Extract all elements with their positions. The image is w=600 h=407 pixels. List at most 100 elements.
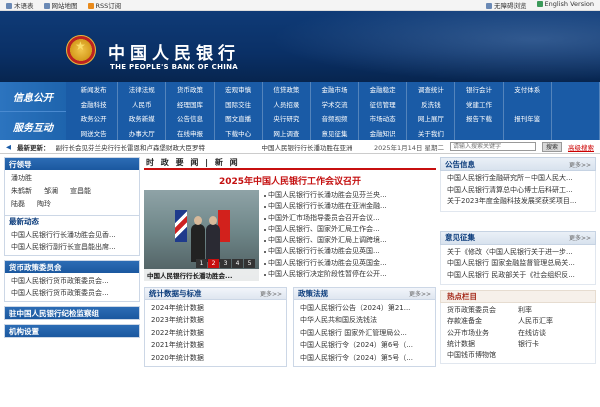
list-item[interactable]: 中国人民银行令（2024）第5号（... — [300, 352, 429, 364]
rss-link[interactable]: RSS订阅 — [87, 0, 121, 10]
hot-item[interactable]: 公开市场业务 — [447, 328, 518, 339]
list-item[interactable]: 中国人民银行行长潘功胜会见英国... — [264, 246, 436, 257]
nav-item[interactable]: 办事大厅 — [118, 125, 167, 140]
list-item[interactable]: 中国人民银行决定阶段性暂停在公开... — [264, 269, 436, 280]
nav-item[interactable]: 信贷政策 — [263, 82, 311, 97]
nav-item[interactable]: 人员招录 — [263, 96, 311, 111]
nav-item[interactable]: 金融市场 — [311, 82, 360, 97]
leader-link[interactable]: 陆磊 — [11, 198, 25, 211]
hot-item[interactable]: 人民币汇率 — [518, 316, 589, 327]
nav-item[interactable]: 网上调查 — [263, 125, 311, 140]
hot-item[interactable]: 统计数据 — [447, 339, 518, 350]
hot-item[interactable]: 在线访谈 — [518, 328, 589, 339]
list-item[interactable]: 2020年统计数据 — [151, 352, 280, 364]
list-item[interactable]: 关于2023年度金融科技发展奖获奖项目... — [447, 196, 589, 208]
photo-caption[interactable]: 中国人民银行行长潘功胜会... — [144, 269, 259, 281]
notices-more-link[interactable]: 更多>> — [569, 160, 591, 169]
accessibility-link[interactable]: 无障碍浏览 — [486, 0, 527, 10]
hot-item[interactable]: 存款准备金 — [447, 316, 518, 327]
nav-item[interactable]: 征信管理 — [359, 96, 408, 111]
english-link[interactable]: English Version — [536, 0, 594, 10]
list-item[interactable]: 中华人民共和国反洗钱法 — [300, 314, 429, 326]
list-item[interactable]: 中国人民银行行长潘功胜会见香... — [11, 229, 133, 241]
slide-dot[interactable]: 5 — [244, 259, 255, 268]
stats-more-link[interactable]: 更多>> — [260, 289, 282, 298]
nav-item[interactable]: 银行会计 — [455, 82, 504, 97]
nav-item[interactable]: 报刊年鉴 — [504, 111, 552, 126]
list-item[interactable]: 中国人民银行货币政策委员会... — [11, 287, 133, 299]
list-item[interactable]: 中国人民银行行长潘功胜会见芬兰央... — [264, 190, 436, 201]
list-item[interactable]: 中国人民银行清算总中心博士后科研工... — [447, 185, 589, 197]
list-item[interactable]: 2021年统计数据 — [151, 339, 280, 351]
list-item[interactable]: 中国人民银行 民政部关于《社会组织反... — [447, 270, 589, 282]
discipline-title[interactable]: 驻中国人民银行纪检监察组 — [5, 307, 139, 319]
nav-item[interactable]: 报告下载 — [455, 111, 504, 126]
slide-dot[interactable]: 2 — [208, 259, 219, 268]
slide-dot[interactable]: 3 — [220, 259, 231, 268]
hot-item[interactable] — [518, 350, 589, 361]
list-item[interactable]: 中国外汇市场指导委员会召开会议... — [264, 213, 436, 224]
nav-item[interactable]: 金融知识 — [359, 125, 408, 140]
list-item[interactable]: 中国人民银行 国家金融监督管理总局关... — [447, 258, 589, 270]
leader-link[interactable]: 潘功胜 — [11, 172, 32, 185]
nav-item[interactable]: 央行研究 — [263, 111, 311, 126]
laws-title[interactable]: 政策法规 — [298, 288, 328, 299]
nav-item[interactable]: 党建工作 — [455, 96, 504, 111]
feature-headline[interactable]: 2025年中国人民银行工作会议召开 — [144, 174, 436, 187]
list-item[interactable]: 2024年统计数据 — [151, 302, 280, 314]
nav-item[interactable]: 音频视频 — [311, 111, 360, 126]
slide-dot[interactable]: 4 — [232, 259, 243, 268]
sitemap-link[interactable]: 网站地图 — [43, 0, 78, 10]
list-item[interactable]: 中国人民银行行长潘功胜会见英国金... — [264, 258, 436, 269]
list-item[interactable]: 中国人民银行行长潘功胜在亚洲金融... — [264, 201, 436, 212]
nav-item[interactable]: 市场动态 — [359, 111, 408, 126]
leader-link[interactable]: 朱鹤新 — [11, 185, 32, 198]
list-item[interactable]: 中国人民银行令（2024）第6号（... — [300, 339, 429, 351]
nav-item[interactable]: 网上展厅 — [407, 111, 456, 126]
opinions-more-link[interactable]: 更多>> — [569, 233, 591, 242]
nav-item[interactable]: 宏观审慎 — [215, 82, 263, 97]
notices-title[interactable]: 公告信息 — [445, 159, 475, 170]
list-item[interactable]: 中国人民银行、国家外汇局上调跨境... — [264, 235, 436, 246]
search-button[interactable]: 搜索 — [542, 141, 562, 152]
nav-item[interactable]: 在线申报 — [166, 125, 215, 140]
nav-item[interactable]: 意见征集 — [311, 125, 360, 140]
list-item[interactable]: 中国人民银行、国家外汇局工作会... — [264, 224, 436, 235]
advanced-search-link[interactable]: 高级搜索 — [568, 142, 594, 152]
hot-item[interactable]: 货币政策委员会 — [447, 305, 518, 316]
leader-link[interactable]: 邹澜 — [44, 185, 58, 198]
nav-item[interactable]: 反洗钱 — [407, 96, 456, 111]
list-item[interactable]: 中国人民银行货币政策委员会... — [11, 275, 133, 287]
list-item[interactable]: 2023年统计数据 — [151, 314, 280, 326]
nav-item[interactable]: 政务公开 — [70, 111, 119, 126]
glossary-link[interactable]: 木语表 — [6, 0, 34, 10]
committee-title[interactable]: 货币政策委员会 — [5, 261, 139, 273]
list-item[interactable]: 中国人民银行 国家外汇管理局公... — [300, 327, 429, 339]
nav-item[interactable]: 金融稳定 — [359, 82, 408, 97]
list-item[interactable]: 中国人民银行金融研究所－中国人民大... — [447, 173, 589, 185]
opinions-title[interactable]: 意见征集 — [445, 232, 475, 243]
nav-item[interactable]: 公告信息 — [166, 111, 215, 126]
nav-item[interactable]: 图文直播 — [215, 111, 263, 126]
list-item[interactable]: 中国人民银行公告（2024）第21... — [300, 302, 429, 314]
nav-item[interactable]: 法律法规 — [118, 82, 167, 97]
laws-more-link[interactable]: 更多>> — [409, 289, 431, 298]
leader-link[interactable]: 宣昌能 — [70, 185, 91, 198]
slide-dot[interactable]: 1 — [196, 259, 207, 268]
nav-item[interactable]: 政务新媒 — [118, 111, 167, 126]
nav-item[interactable]: 货币政策 — [166, 82, 215, 97]
feature-photo[interactable]: 1 2 3 4 5 中国人民银行行长潘功胜会... — [144, 190, 259, 281]
hot-item[interactable]: 中国钱币博物馆 — [447, 350, 518, 361]
nav-item[interactable]: 国际交往 — [215, 96, 263, 111]
hot-item[interactable]: 银行卡 — [518, 339, 589, 350]
list-item[interactable]: 中国人民银行副行长宣昌能出席... — [11, 241, 133, 253]
nav-item[interactable]: 关于我们 — [407, 125, 456, 140]
search-input[interactable] — [450, 142, 536, 151]
nav-item[interactable]: 下载中心 — [215, 125, 263, 140]
leader-link[interactable]: 陶玲 — [37, 198, 51, 211]
org-title[interactable]: 机构设置 — [5, 325, 139, 337]
stats-title[interactable]: 统计数据与标准 — [149, 288, 202, 299]
ticker-news-1[interactable]: 副行长会见芬兰央行行长雷恩和卢森堡财政大臣罗特 — [56, 142, 256, 152]
nav-item[interactable]: 金融科技 — [70, 96, 119, 111]
hot-item[interactable]: 利率 — [518, 305, 589, 316]
